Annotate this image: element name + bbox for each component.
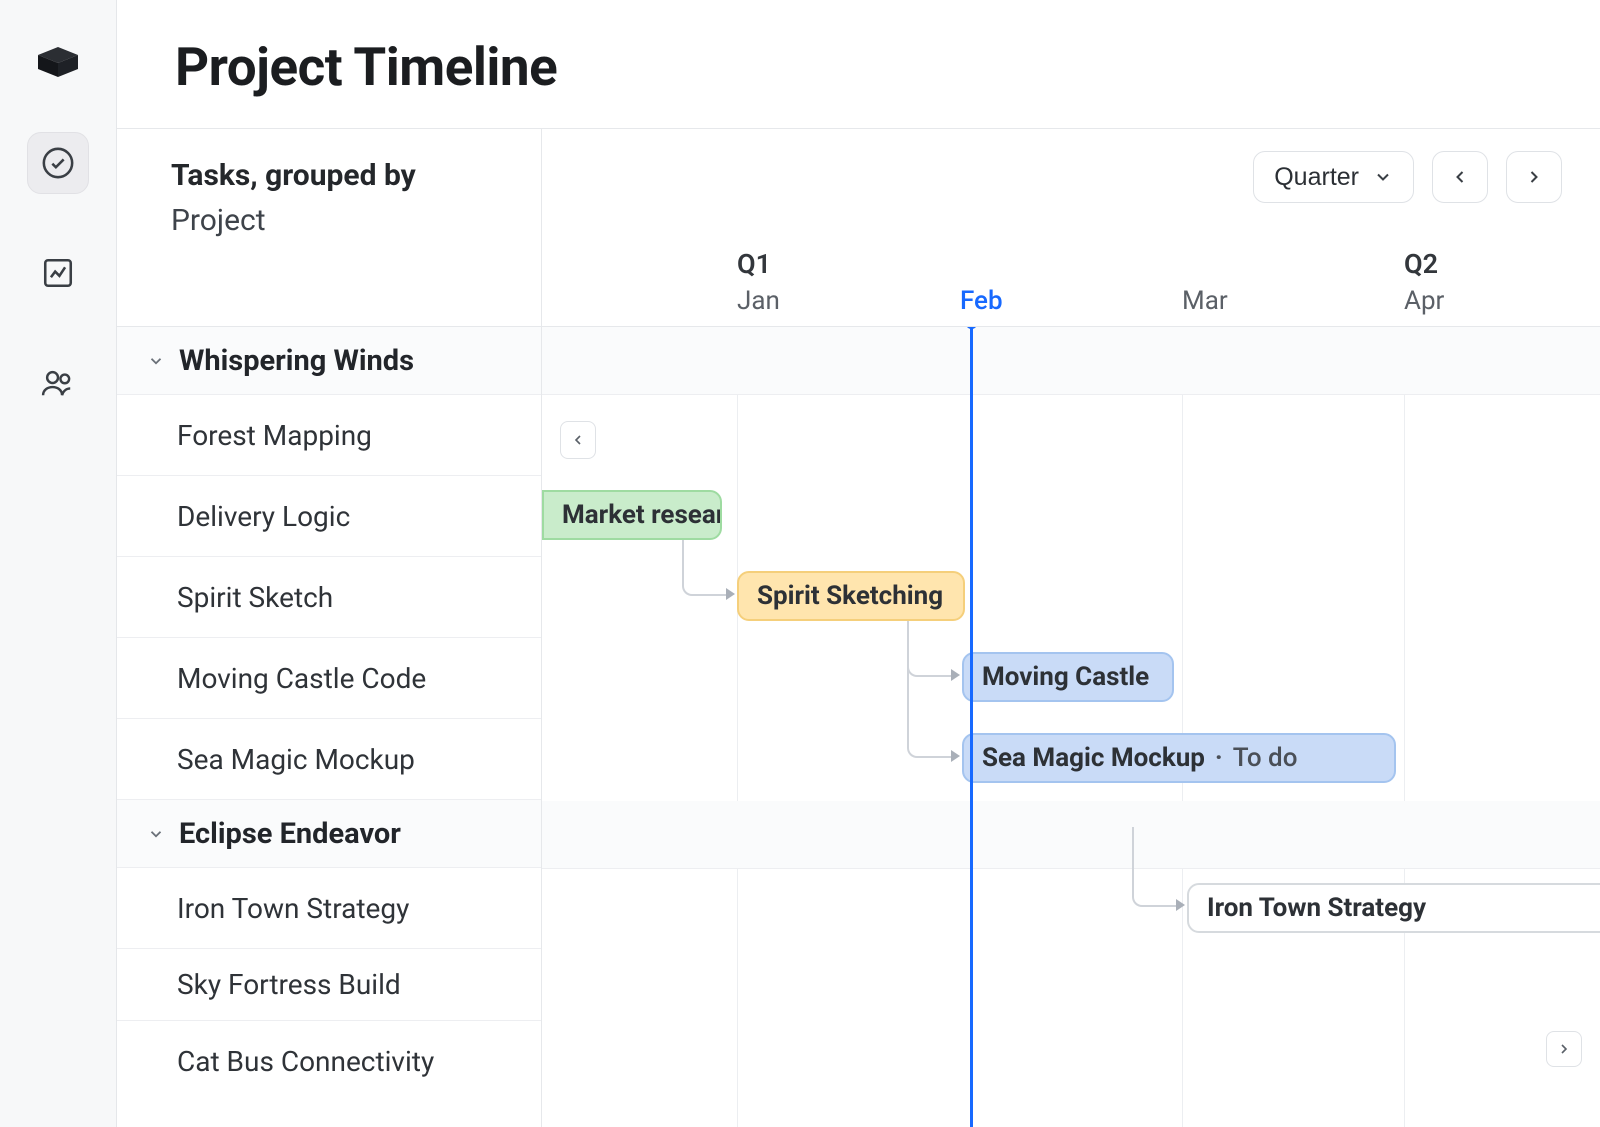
gantt-bar-spirit-sketching[interactable]: Spirit Sketching (737, 571, 965, 621)
people-icon (39, 366, 77, 400)
axis-q2: Q2 Apr (1404, 248, 1444, 316)
gantt-chart[interactable]: Market research Spirit Sketching Moving … (542, 327, 1600, 1127)
task-name: Moving Castle Code (177, 662, 426, 695)
gantt-bar-iron-town[interactable]: Iron Town Strategy (1187, 883, 1600, 933)
task-row[interactable]: Forest Mapping (117, 395, 541, 476)
month-label-mar: Mar (1182, 286, 1228, 316)
bar-label: Sea Magic Mockup (982, 743, 1205, 773)
month-label-feb: Feb (960, 286, 1003, 316)
chevron-right-icon (1556, 1041, 1572, 1057)
collapse-bar-button[interactable] (560, 421, 596, 459)
range-selector[interactable]: Quarter (1253, 151, 1414, 203)
task-name: Spirit Sketch (177, 581, 333, 614)
dependency-arrow (682, 540, 742, 600)
chart-icon (41, 256, 75, 290)
title-row: Project Timeline (117, 0, 1600, 128)
timeline: Tasks, grouped by Project Quarter (117, 129, 1600, 1127)
bar-label: Market research (562, 500, 722, 530)
app-root: Project Timeline Tasks, grouped by Proje… (0, 0, 1600, 1127)
quarter-label: Q2 (1404, 248, 1444, 280)
nav-reports[interactable] (27, 242, 89, 304)
separator-dot: · (1205, 743, 1233, 773)
task-row[interactable]: Sea Magic Mockup (117, 719, 541, 800)
gantt-bar-moving-castle[interactable]: Moving Castle (962, 652, 1174, 702)
chevron-right-icon (1524, 167, 1544, 187)
group-row-eclipse-endeavor[interactable]: Eclipse Endeavor (117, 800, 541, 868)
dependency-arrow (907, 621, 967, 762)
today-line (970, 327, 973, 1127)
gantt-bar-sea-magic[interactable]: Sea Magic Mockup · To do (962, 733, 1396, 783)
axis-labels: Q1 Jan . Feb . Mar Q2 Ap (542, 234, 1600, 326)
dependency-arrow (907, 621, 967, 681)
chart-body: Market research Spirit Sketching Moving … (542, 327, 1600, 1127)
task-row[interactable]: Spirit Sketch (117, 557, 541, 638)
group-band (542, 801, 1600, 869)
task-row[interactable]: Sky Fortress Build (117, 949, 541, 1021)
task-row[interactable]: Cat Bus Connectivity (117, 1021, 541, 1102)
scroll-right-button[interactable] (1546, 1031, 1582, 1067)
gridline-mar (1182, 327, 1183, 1127)
bar-status: To do (1233, 743, 1298, 773)
group-row-whispering-winds[interactable]: Whispering Winds (117, 327, 541, 395)
chevron-down-icon (1373, 167, 1393, 187)
page-title: Project Timeline (175, 36, 1600, 98)
task-name: Iron Town Strategy (177, 892, 409, 925)
task-name: Delivery Logic (177, 500, 350, 533)
grouping-field: Project (171, 203, 541, 238)
month-label-apr: Apr (1404, 286, 1444, 316)
axis-mar: . Mar (1182, 248, 1228, 316)
cube-icon (38, 47, 78, 77)
quarter-label: Q1 (737, 248, 780, 280)
app-logo (36, 40, 80, 84)
axis-q1: Q1 Jan (737, 248, 780, 316)
chevron-left-icon (1450, 167, 1470, 187)
timeline-axis: Quarter Q1 Jan (542, 129, 1600, 326)
timeline-prev-button[interactable] (1432, 151, 1488, 203)
timeline-controls: Quarter (1253, 151, 1562, 203)
task-name: Sea Magic Mockup (177, 743, 415, 776)
gantt-bar-market-research[interactable]: Market research (542, 490, 722, 540)
chevron-down-icon (145, 352, 167, 370)
range-label: Quarter (1274, 163, 1359, 192)
timeline-body: Whispering Winds Forest Mapping Delivery… (117, 327, 1600, 1127)
month-label-jan: Jan (737, 286, 780, 316)
timeline-next-button[interactable] (1506, 151, 1562, 203)
check-circle-icon (41, 146, 75, 180)
nav-tasks[interactable] (27, 132, 89, 194)
group-name: Whispering Winds (179, 344, 414, 378)
task-list: Whispering Winds Forest Mapping Delivery… (117, 327, 542, 1127)
group-name: Eclipse Endeavor (179, 817, 401, 851)
bar-label: Iron Town Strategy (1207, 893, 1426, 923)
bar-label: Moving Castle (982, 662, 1149, 692)
chevron-left-icon (570, 432, 586, 448)
task-name: Sky Fortress Build (177, 968, 401, 1001)
task-name: Cat Bus Connectivity (177, 1045, 434, 1078)
sidebar-rail (0, 0, 117, 1127)
nav-people[interactable] (27, 352, 89, 414)
task-row[interactable]: Iron Town Strategy (117, 868, 541, 949)
gridline-apr (1404, 327, 1405, 1127)
group-band (542, 327, 1600, 395)
task-row[interactable]: Moving Castle Code (117, 638, 541, 719)
task-row[interactable]: Delivery Logic (117, 476, 541, 557)
axis-feb: . Feb (960, 248, 1003, 316)
gridline-jan (737, 327, 738, 1127)
chevron-down-icon (145, 825, 167, 843)
task-name: Forest Mapping (177, 419, 372, 452)
grouping-title: Tasks, grouped by (171, 157, 541, 195)
main-panel: Project Timeline Tasks, grouped by Proje… (117, 0, 1600, 1127)
timeline-header: Tasks, grouped by Project Quarter (117, 129, 1600, 326)
bar-label: Spirit Sketching (757, 581, 943, 611)
grouping-header: Tasks, grouped by Project (117, 129, 542, 326)
